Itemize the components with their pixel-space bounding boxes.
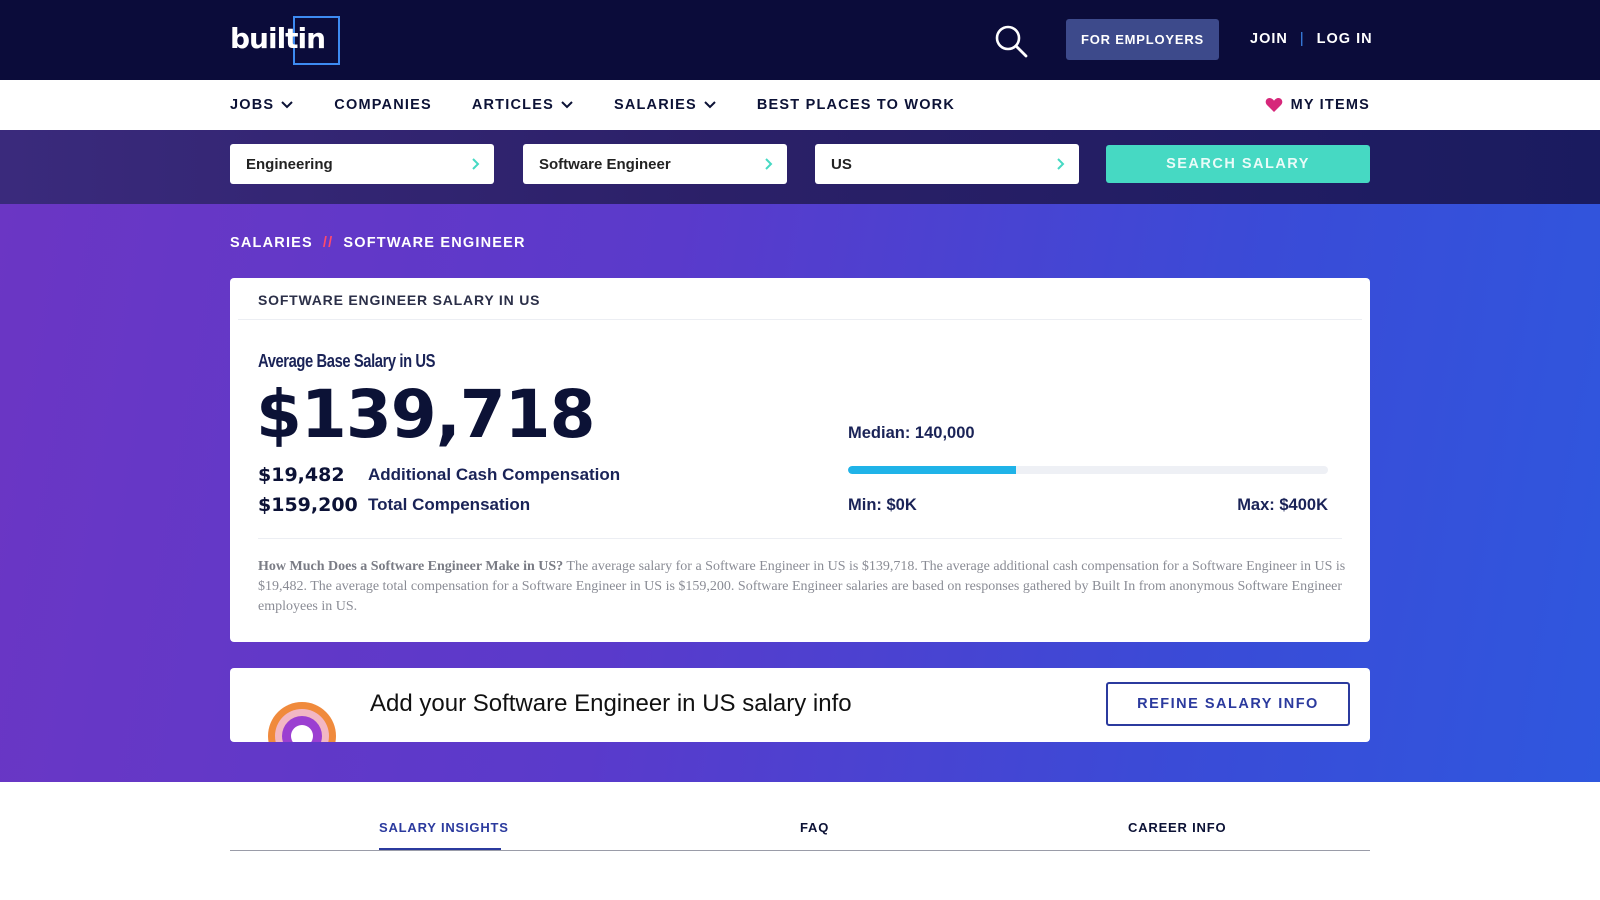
category-select[interactable]: Engineering — [230, 144, 494, 184]
nav-item-companies[interactable]: COMPANIES — [334, 97, 432, 113]
total-comp-row: $159,200 Total Compensation — [258, 494, 530, 516]
divider — [238, 319, 1362, 320]
search-icon[interactable] — [994, 24, 1030, 60]
additional-comp-row: $19,482 Additional Cash Compensation — [258, 464, 620, 486]
chevron-right-icon — [1057, 158, 1065, 170]
nav-item-label: JOBS — [230, 97, 275, 113]
rainbow-icon — [266, 698, 338, 742]
tabs-divider — [230, 850, 1370, 851]
breadcrumb-current: SOFTWARE ENGINEER — [343, 235, 526, 251]
min-salary-label: Min: $0K — [848, 496, 917, 514]
add-salary-info-text: Add your Software Engineer in US salary … — [370, 690, 852, 717]
average-salary-label: Average Base Salary in US — [258, 351, 436, 371]
chevron-down-icon — [281, 101, 294, 109]
tab-salary-insights[interactable]: SALARY INSIGHTS — [379, 820, 509, 835]
heart-icon — [1265, 98, 1282, 112]
breadcrumb-separator: // — [322, 235, 334, 251]
median-label: Median: 140,000 — [848, 424, 975, 442]
nav-item-articles[interactable]: ARTICLES — [472, 97, 574, 113]
salary-hero: SALARIES // SOFTWARE ENGINEER SOFTWARE E… — [0, 204, 1600, 782]
my-items-link[interactable]: MY ITEMS — [1265, 80, 1370, 130]
role-select[interactable]: Software Engineer — [523, 144, 787, 184]
nav-items: JOBS COMPANIES ARTICLES SALARIES BEST PL… — [230, 80, 995, 130]
builtin-logo[interactable]: builtin — [230, 16, 340, 65]
additional-comp-label: Additional Cash Compensation — [368, 465, 621, 484]
salary-description: How Much Does a Software Engineer Make i… — [258, 557, 1348, 617]
location-select[interactable]: US — [815, 144, 1079, 184]
tab-faq[interactable]: FAQ — [800, 820, 829, 835]
breadcrumb-salaries[interactable]: SALARIES — [230, 235, 313, 251]
salary-range-bar — [848, 466, 1328, 474]
tab-career-info[interactable]: CAREER INFO — [1128, 820, 1226, 835]
description-lead: How Much Does a Software Engineer Make i… — [258, 559, 564, 574]
main-nav: JOBS COMPANIES ARTICLES SALARIES BEST PL… — [0, 80, 1600, 130]
nav-item-salaries[interactable]: SALARIES — [614, 97, 717, 113]
salary-card-header: SOFTWARE ENGINEER SALARY IN US — [258, 292, 541, 308]
role-select-value: Software Engineer — [539, 155, 671, 173]
location-select-value: US — [831, 155, 852, 173]
category-select-value: Engineering — [246, 155, 333, 173]
for-employers-button[interactable]: FOR EMPLOYERS — [1066, 19, 1219, 60]
active-tab-indicator — [379, 848, 501, 850]
top-bar: builtin FOR EMPLOYERS JOIN | LOG IN — [0, 0, 1600, 80]
my-items-label: MY ITEMS — [1290, 97, 1370, 113]
average-salary-value: $139,718 — [256, 376, 596, 453]
max-salary-label: Max: $400K — [1237, 496, 1328, 514]
divider — [258, 538, 1342, 539]
additional-comp-amount: $19,482 — [258, 464, 345, 486]
login-link[interactable]: LOG IN — [1317, 31, 1373, 47]
nav-item-label: COMPANIES — [334, 97, 432, 113]
search-salary-button[interactable]: SEARCH SALARY — [1106, 145, 1370, 183]
nav-item-label: ARTICLES — [471, 97, 554, 113]
chevron-down-icon — [704, 101, 716, 109]
nav-item-label: SALARIES — [613, 97, 697, 113]
logo-text: builtin — [230, 22, 326, 55]
salary-tabs: SALARY INSIGHTS FAQ CAREER INFO — [0, 782, 1600, 900]
auth-separator: | — [1299, 31, 1305, 47]
nav-item-best-places[interactable]: BEST PLACES TO WORK — [757, 97, 955, 113]
nav-item-label: BEST PLACES TO WORK — [756, 97, 956, 113]
chevron-down-icon — [561, 101, 573, 109]
join-link[interactable]: JOIN — [1250, 31, 1288, 47]
nav-item-jobs[interactable]: JOBS — [230, 97, 294, 113]
salary-search-bar: Engineering Software Engineer US SEARCH … — [0, 130, 1600, 204]
total-comp-amount: $159,200 — [258, 494, 358, 516]
chevron-right-icon — [765, 158, 773, 170]
auth-links: JOIN | LOG IN — [1250, 28, 1373, 50]
total-comp-label: Total Compensation — [368, 495, 531, 514]
salary-card: SOFTWARE ENGINEER SALARY IN US Average B… — [230, 278, 1370, 642]
breadcrumb: SALARIES // SOFTWARE ENGINEER — [230, 235, 526, 251]
chevron-right-icon — [472, 158, 480, 170]
salary-range-fill — [848, 466, 1016, 474]
refine-salary-info-button[interactable]: REFINE SALARY INFO — [1106, 682, 1350, 726]
add-salary-info-card: Add your Software Engineer in US salary … — [230, 668, 1370, 742]
